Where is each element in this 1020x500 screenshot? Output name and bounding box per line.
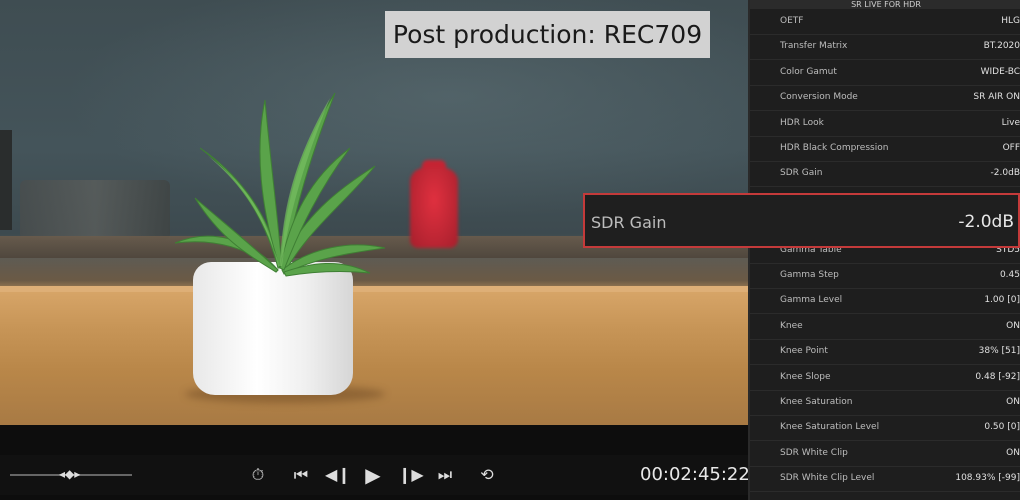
settings-row-value: 38% [51] <box>978 346 1020 357</box>
settings-row[interactable]: Knee ON <box>750 314 1020 340</box>
succulent-plant <box>174 92 386 277</box>
background-object <box>0 130 12 230</box>
settings-row-value: HLG <box>1001 16 1020 26</box>
settings-row-value: Live <box>1001 117 1020 128</box>
settings-row[interactable]: SDR White Clip Level 108.93% [-99] <box>750 466 1020 493</box>
settings-row-label: Gamma Step <box>780 270 839 280</box>
timecode: 00:02:45:22 <box>640 464 750 485</box>
settings-row-value: SR AIR ON <box>973 92 1020 103</box>
popup-value: -2.0dB <box>958 212 1014 232</box>
settings-row[interactable]: Knee Slope 0.48 [-92] <box>750 365 1020 391</box>
settings-row[interactable]: Knee Saturation ON <box>750 390 1020 416</box>
settings-row-value: BT.2020 <box>983 41 1020 52</box>
settings-row[interactable]: Color Gamut WIDE-BC <box>750 60 1020 86</box>
settings-row-value: -2.0dB <box>990 168 1020 179</box>
settings-row-value: 1.00 [0] <box>984 295 1020 306</box>
settings-row-label: Color Gamut <box>780 66 837 77</box>
settings-row-value: OFF <box>1002 143 1020 153</box>
settings-row-label: HDR Black Compression <box>780 143 889 153</box>
settings-row-label: Knee <box>780 320 803 331</box>
settings-row-label: HDR Look <box>780 117 824 128</box>
settings-row-label: Knee Slope <box>780 371 831 382</box>
skip-forward-button[interactable]: ⏭ <box>434 466 456 484</box>
settings-row-label: Gamma Level <box>780 295 843 306</box>
settings-row[interactable]: Knee Saturation Level 0.50 [0] <box>750 415 1020 442</box>
overlay-title: Post production: REC709 <box>385 11 710 58</box>
settings-row-label: OETF <box>780 16 804 26</box>
panel-header: SR LIVE FOR HDR <box>750 0 1020 9</box>
settings-row-value: ON <box>1006 447 1020 458</box>
settings-row-label: Transfer Matrix <box>780 41 848 52</box>
wooden-table <box>0 286 748 425</box>
settings-row-label: SDR White Clip <box>780 447 848 458</box>
settings-row-value: 0.45 <box>999 270 1020 280</box>
settings-row[interactable]: SDR Gain -2.0dB <box>750 161 1020 188</box>
settings-row[interactable]: Knee Point 38% [51] <box>750 339 1020 366</box>
settings-row-value: WIDE-BC <box>980 66 1020 77</box>
settings-row-value: ON <box>1006 397 1020 407</box>
white-pot <box>193 262 353 395</box>
loop-icon[interactable]: ⟲ <box>476 466 498 484</box>
settings-row[interactable]: Transfer Matrix BT.2020 <box>750 34 1020 61</box>
settings-row-value: ON <box>1006 320 1020 331</box>
settings-row-label: Knee Saturation <box>780 397 853 407</box>
background-shelf-items <box>20 180 170 240</box>
settings-row-label: Knee Saturation Level <box>780 422 880 433</box>
settings-row[interactable]: OETF HLG <box>750 9 1020 35</box>
scrubber-handle-icon[interactable]: ◂◆▸ <box>59 467 80 481</box>
settings-panel: SR LIVE FOR HDR OETF HLG Transfer Matrix BT… <box>748 0 1020 500</box>
popup-label: SDR Gain <box>591 213 667 232</box>
settings-row-label: Conversion Mode <box>780 92 858 103</box>
settings-row[interactable]: SDR White Clip ON <box>750 441 1020 467</box>
settings-row-value: 108.93% [-99] <box>955 473 1020 484</box>
settings-row-label: SDR White Clip Level <box>780 473 875 484</box>
red-bottle <box>410 168 458 248</box>
settings-row-label: SDR Gain <box>780 168 823 179</box>
settings-row-label: Knee Point <box>780 346 828 357</box>
sdr-gain-highlight[interactable]: SDR Gain -2.0dB <box>583 193 1020 248</box>
settings-row-value: 0.48 [-92] <box>975 371 1020 382</box>
settings-row[interactable]: HDR Look Live <box>750 111 1020 137</box>
play-button[interactable]: ▶ <box>362 465 384 485</box>
settings-row[interactable]: HDR Black Compression OFF <box>750 136 1020 162</box>
settings-row[interactable]: Gamma Step 0.45 <box>750 263 1020 289</box>
skip-back-button[interactable]: ⏮ <box>290 466 312 484</box>
frame-back-button[interactable]: ◀❙ <box>325 466 351 484</box>
settings-row-value: 0.50 [0] <box>984 422 1020 433</box>
table-edge <box>0 286 748 292</box>
settings-row[interactable]: Gamma Level 1.00 [0] <box>750 288 1020 315</box>
timer-icon[interactable]: ⏱ <box>247 466 269 484</box>
settings-row[interactable]: Conversion Mode SR AIR ON <box>750 85 1020 112</box>
frame-forward-button[interactable]: ❙▶ <box>398 466 424 484</box>
